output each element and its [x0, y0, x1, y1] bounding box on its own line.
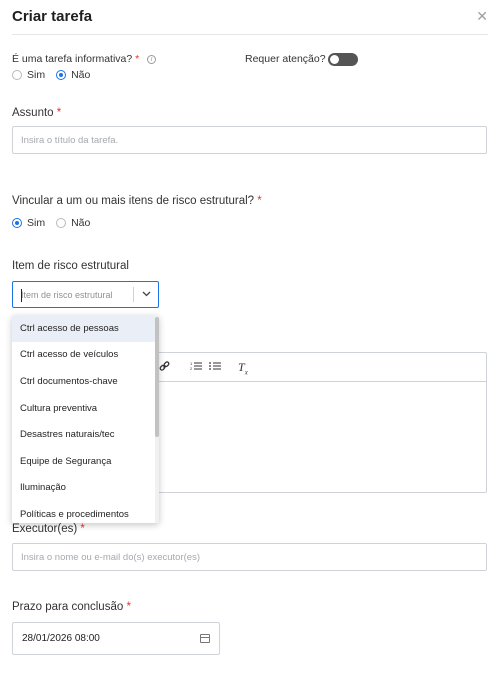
svg-text:2: 2: [190, 366, 193, 371]
header-divider: [12, 34, 488, 35]
option-label: Sim: [27, 217, 46, 229]
attention-label: Requer atenção?: [245, 53, 326, 65]
subject-label: Assunto: [12, 107, 54, 119]
risk-item-dropdown[interactable]: Ctrl acesso de pessoas Ctrl acesso de ve…: [12, 315, 159, 523]
executors-input[interactable]: Insira o nome ou e-mail do(s) executor(e…: [12, 543, 487, 571]
deadline-date-input[interactable]: 28/01/2026 08:00: [12, 622, 220, 655]
dropdown-option[interactable]: Equipe de Segurança: [12, 448, 159, 475]
radio-sim[interactable]: [12, 218, 22, 228]
dropdown-option[interactable]: Ctrl acesso de pessoas: [12, 315, 159, 342]
chevron-down-icon[interactable]: [134, 289, 158, 300]
risk-item-select[interactable]: Item de risco estrutural: [12, 281, 159, 308]
executors-field-label: Executor(es) *: [12, 523, 85, 535]
close-icon[interactable]: ✕: [476, 9, 488, 23]
link-icon[interactable]: [159, 361, 170, 375]
informative-option-sim[interactable]: Sim: [12, 69, 45, 81]
link-risk-label: Vincular a um ou mais itens de risco est…: [12, 195, 255, 207]
dialog-title: Criar tarefa: [12, 8, 93, 25]
info-icon[interactable]: i: [147, 55, 157, 64]
text-caret: [21, 288, 22, 302]
dropdown-option[interactable]: Iluminação: [12, 475, 159, 502]
risk-item-placeholder: Item de risco estrutural: [21, 288, 113, 302]
attention-toggle[interactable]: [328, 53, 358, 66]
dropdown-option[interactable]: Ctrl documentos-chave: [12, 368, 159, 395]
informative-radio-group: Sim Não: [12, 69, 101, 81]
option-label: Não: [71, 217, 91, 229]
dropdown-scrollbar[interactable]: [155, 315, 159, 523]
required-mark: *: [80, 523, 85, 535]
clear-format-icon[interactable]: Tx: [238, 361, 248, 376]
link-risk-option-nao[interactable]: Não: [56, 217, 90, 229]
dropdown-option[interactable]: Políticas e procedimentos: [12, 501, 159, 523]
radio-sim[interactable]: [12, 70, 22, 80]
deadline-field-label: Prazo para conclusão *: [12, 601, 131, 613]
required-mark: *: [135, 53, 140, 65]
radio-nao[interactable]: [56, 70, 67, 80]
required-mark: *: [56, 107, 62, 119]
calendar-icon[interactable]: [200, 634, 210, 643]
required-mark: *: [126, 601, 131, 613]
dropdown-option[interactable]: Cultura preventiva: [12, 395, 159, 422]
link-risk-option-sim[interactable]: Sim: [12, 217, 45, 229]
dropdown-option[interactable]: Ctrl acesso de veículos: [12, 342, 159, 369]
required-mark: *: [257, 195, 262, 207]
subject-placeholder: Insira o título da tarefa.: [21, 134, 119, 146]
subject-input[interactable]: Insira o título da tarefa.: [12, 126, 487, 154]
informative-label: É uma tarefa informativa?: [12, 53, 133, 65]
link-risk-question: Vincular a um ou mais itens de risco est…: [12, 195, 262, 207]
ordered-list-icon[interactable]: 12: [190, 361, 202, 374]
deadline-value: 28/01/2026 08:00: [22, 633, 100, 644]
subject-field-label: Assunto *: [12, 107, 61, 119]
option-label: Sim: [27, 69, 46, 81]
informative-question: É uma tarefa informativa? * i: [12, 53, 157, 65]
executors-label: Executor(es): [12, 523, 78, 535]
deadline-label: Prazo para conclusão: [12, 601, 124, 613]
dropdown-option[interactable]: Desastres naturais/tec: [12, 421, 159, 448]
radio-nao[interactable]: [56, 218, 67, 228]
executors-placeholder: Insira o nome ou e-mail do(s) executor(e…: [21, 551, 200, 563]
risk-item-label: Item de risco estrutural: [12, 260, 129, 272]
bullet-list-icon[interactable]: [209, 361, 221, 374]
informative-option-nao[interactable]: Não: [56, 69, 90, 81]
link-risk-radio-group: Sim Não: [12, 217, 101, 229]
option-label: Não: [71, 69, 91, 81]
scrollbar-thumb[interactable]: [155, 317, 159, 437]
